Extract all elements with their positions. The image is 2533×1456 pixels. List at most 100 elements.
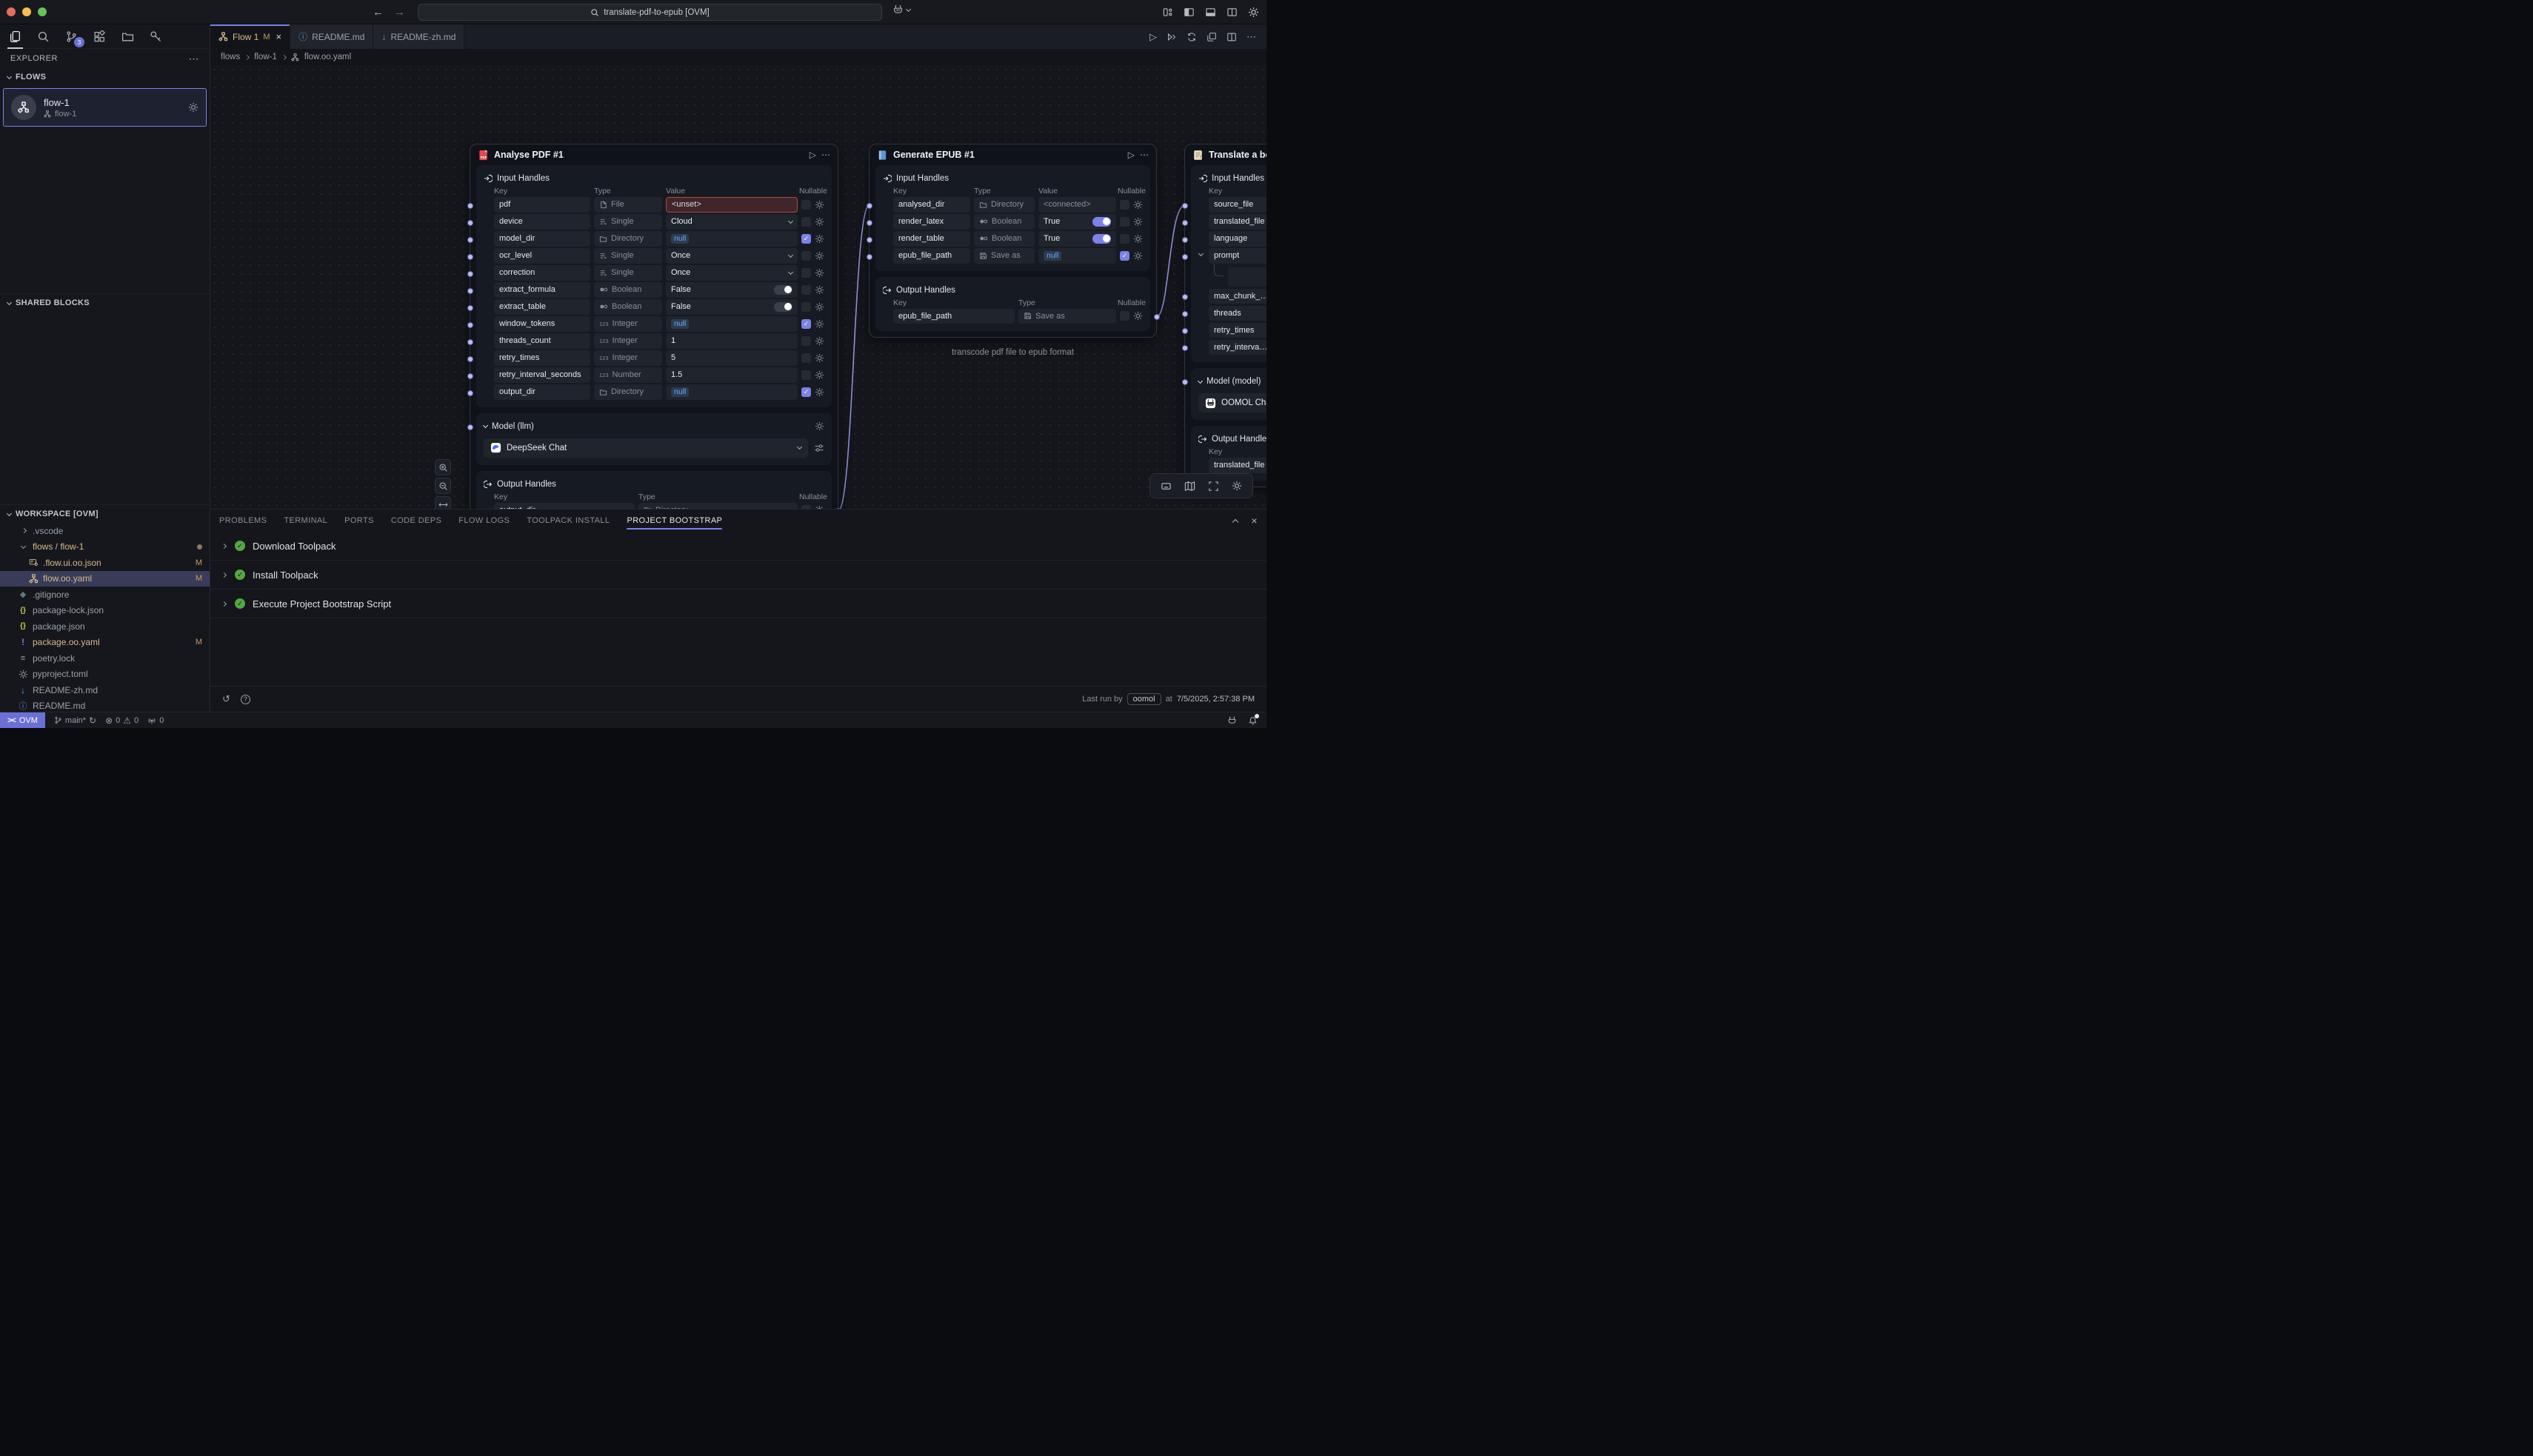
- settings-gear-icon[interactable]: [1248, 7, 1259, 18]
- row-settings-gear-icon[interactable]: [815, 268, 824, 278]
- input-handle-dot[interactable]: [467, 220, 473, 226]
- toggle-panel-icon[interactable]: [1205, 7, 1216, 18]
- file-tree-item[interactable]: .flow.ui.oo.jsonM: [0, 555, 210, 571]
- node-header[interactable]: PDFAnalyse PDF #1▷⋯: [470, 144, 838, 165]
- input-key-field[interactable]: threads_count: [494, 333, 590, 349]
- breadcrumb-item[interactable]: flow.oo.yaml: [304, 53, 351, 61]
- last-run-user-chip[interactable]: oomol: [1127, 693, 1161, 705]
- file-tree-item[interactable]: ≡poetry.lock: [0, 650, 210, 667]
- prompt-textarea[interactable]: [1228, 267, 1266, 287]
- input-key-field[interactable]: retry_interval_seconds: [494, 367, 590, 383]
- flow-settings-gear-icon[interactable]: [188, 102, 198, 113]
- model-section-header[interactable]: Model (llm): [484, 420, 824, 433]
- input-handle-dot[interactable]: [467, 390, 473, 396]
- panel-tab[interactable]: FLOW LOGS: [458, 510, 510, 532]
- row-settings-gear-icon[interactable]: [815, 217, 824, 227]
- flow-node[interactable]: PDFAnalyse PDF #1▷⋯Input HandlesKeyTypeV…: [470, 144, 838, 509]
- input-key-field[interactable]: translated_file: [1209, 214, 1266, 230]
- explorer-view-icon[interactable]: [7, 24, 23, 49]
- source-control-view-icon[interactable]: 3: [64, 24, 79, 49]
- panel-tab[interactable]: PROBLEMS: [219, 510, 267, 532]
- expand-prompt-icon[interactable]: [1198, 251, 1204, 256]
- notifications-bell-icon[interactable]: [1248, 715, 1258, 725]
- bootstrap-step[interactable]: ✓Install Toolpack: [210, 561, 1266, 590]
- explorer-more-icon[interactable]: ⋯: [189, 53, 200, 65]
- input-key-field[interactable]: retry_times: [1209, 323, 1266, 338]
- input-handle-dot[interactable]: [467, 237, 473, 243]
- row-settings-gear-icon[interactable]: [815, 234, 824, 244]
- ports-status[interactable]: 0: [147, 716, 164, 725]
- flow-node[interactable]: Generate EPUB #1▷⋯Input HandlesKeyTypeVa…: [869, 144, 1157, 338]
- customize-layout-icon[interactable]: [1162, 7, 1173, 18]
- value-toggle[interactable]: True: [1038, 231, 1116, 247]
- input-handle-dot[interactable]: [467, 339, 473, 345]
- node-run-icon[interactable]: ▷: [1128, 150, 1135, 160]
- input-handle-dot[interactable]: [867, 237, 872, 243]
- input-handle-dot[interactable]: [867, 203, 872, 209]
- input-key-field[interactable]: output_dir: [494, 384, 590, 400]
- breadcrumb-item[interactable]: flow-1: [254, 53, 277, 61]
- value-field[interactable]: <unset>: [666, 197, 798, 213]
- row-settings-gear-icon[interactable]: [815, 302, 824, 312]
- row-settings-gear-icon[interactable]: [1133, 217, 1143, 227]
- maximize-window-button[interactable]: [38, 7, 47, 16]
- panel-tab[interactable]: CODE DEPS: [391, 510, 441, 532]
- input-key-field[interactable]: model_dir: [494, 231, 590, 247]
- output-key-field[interactable]: output_dir: [494, 503, 635, 510]
- input-handle-dot[interactable]: [467, 203, 473, 209]
- input-handle-dot[interactable]: [467, 424, 473, 430]
- nullable-checkbox[interactable]: [801, 336, 811, 346]
- toggle-on[interactable]: [1092, 234, 1111, 244]
- remote-indicator[interactable]: >< OVM: [0, 712, 45, 728]
- nullable-checkbox[interactable]: [801, 251, 811, 261]
- value-field[interactable]: null: [666, 231, 798, 247]
- panel-maximize-icon[interactable]: [1232, 518, 1238, 524]
- problems-status[interactable]: ⊗ 0 ⚠ 0: [105, 715, 139, 726]
- model-section-header[interactable]: Model (model): [1198, 375, 1266, 388]
- git-branch-status[interactable]: main* ↻: [54, 715, 96, 726]
- value-field[interactable]: null: [666, 384, 798, 400]
- flow-canvas[interactable]: PDFAnalyse PDF #1▷⋯Input HandlesKeyTypeV…: [210, 65, 1266, 509]
- panel-tab[interactable]: TOOLPACK INSTALL: [527, 510, 610, 532]
- value-field[interactable]: null: [1038, 248, 1116, 264]
- rerun-bootstrap-icon[interactable]: ↺: [222, 693, 230, 705]
- file-tree-item[interactable]: .vscode: [0, 523, 210, 539]
- value-field[interactable]: null: [666, 316, 798, 332]
- file-tree-item[interactable]: ⓘREADME.md: [0, 698, 210, 712]
- sync-flow-icon[interactable]: [1187, 32, 1197, 42]
- file-tree-item[interactable]: ↓README-zh.md: [0, 682, 210, 698]
- input-handle-dot[interactable]: [1182, 379, 1188, 385]
- file-tree-item[interactable]: !package.oo.yamlM: [0, 635, 210, 651]
- input-key-field[interactable]: source_file: [1209, 197, 1266, 213]
- node-header[interactable]: Generate EPUB #1▷⋯: [870, 144, 1156, 165]
- value-select[interactable]: Once: [666, 248, 798, 264]
- value-field[interactable]: 1.5: [666, 367, 798, 383]
- nullable-checkbox[interactable]: [801, 302, 811, 312]
- nullable-checkbox[interactable]: [801, 353, 811, 363]
- node-run-icon[interactable]: ▷: [810, 150, 816, 160]
- node-more-icon[interactable]: ⋯: [821, 150, 830, 160]
- row-settings-gear-icon[interactable]: [815, 370, 824, 380]
- row-settings-gear-icon[interactable]: [815, 387, 824, 397]
- nullable-checkbox[interactable]: [1120, 217, 1129, 227]
- input-handle-dot[interactable]: [867, 254, 872, 260]
- history-forward-button[interactable]: →: [394, 6, 405, 19]
- row-settings-gear-icon[interactable]: [815, 336, 824, 346]
- run-all-icon[interactable]: [1167, 32, 1177, 42]
- input-handle-dot[interactable]: [467, 322, 473, 328]
- input-key-field[interactable]: language: [1209, 231, 1266, 247]
- nullable-checkbox[interactable]: ✓: [801, 234, 811, 244]
- folder-view-icon[interactable]: [120, 24, 136, 49]
- input-handle-dot[interactable]: [1182, 220, 1188, 226]
- workspace-section-header[interactable]: WORKSPACE [OVM]: [0, 505, 210, 523]
- run-flow-icon[interactable]: ▷: [1149, 31, 1157, 43]
- file-tree-item[interactable]: {}package.json: [0, 618, 210, 635]
- input-key-field[interactable]: analysed_dir: [893, 197, 970, 213]
- value-toggle[interactable]: True: [1038, 214, 1116, 230]
- model-tune-sliders-icon[interactable]: [814, 443, 824, 453]
- input-key-field[interactable]: correction: [494, 265, 590, 281]
- toggle-sidebar-icon[interactable]: [1184, 7, 1195, 18]
- input-key-field[interactable]: pdf: [494, 197, 590, 213]
- editor-tab[interactable]: ↓README-zh.md: [373, 24, 464, 49]
- row-settings-gear-icon[interactable]: [1133, 200, 1143, 210]
